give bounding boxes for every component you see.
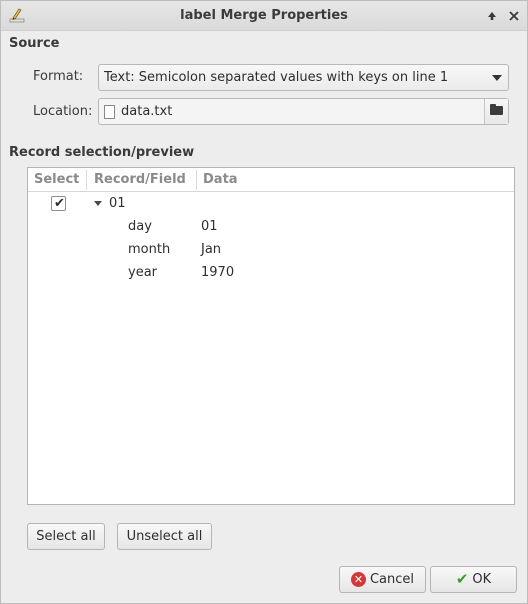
arrow-up-icon[interactable] [484,8,500,24]
field-data: Jan [201,242,222,257]
field-name: month [128,242,171,257]
column-divider [196,170,197,190]
cancel-button[interactable]: ✕ Cancel [339,566,426,593]
column-header-record-field[interactable]: Record/Field [94,172,186,187]
column-header-data[interactable]: Data [203,172,238,187]
folder-icon [490,104,503,115]
unselect-all-label: Unselect all [126,529,203,544]
source-heading: Source [9,36,60,51]
format-combobox[interactable]: Text: Semicolon separated values with ke… [98,64,509,91]
location-value: data.txt [121,104,173,119]
title-bar[interactable]: label Merge Properties [1,1,527,31]
field-name: day [128,219,152,234]
record-tree-view[interactable]: Select Record/Field Data ✔ 01 day 01 mon… [27,167,515,505]
record-row[interactable]: ✔ 01 [28,193,514,216]
dialog-window: label Merge Properties Source Format: Te… [0,0,528,604]
select-all-label: Select all [36,529,96,544]
field-row[interactable]: year 1970 [28,262,514,285]
record-selection-heading: Record selection/preview [9,145,195,160]
unselect-all-button[interactable]: Unselect all [117,523,212,550]
browse-folder-button[interactable] [484,99,508,124]
close-icon[interactable] [506,8,522,24]
file-icon [104,105,115,119]
record-name: 01 [109,196,126,211]
chevron-down-icon [492,75,502,81]
tree-header: Select Record/Field Data [28,168,514,192]
window-title: label Merge Properties [180,8,348,23]
location-label: Location: [33,104,93,119]
checkmark-icon: ✔ [54,196,65,211]
cancel-icon: ✕ [350,572,366,587]
column-header-select[interactable]: Select [34,172,79,187]
checkmark-icon: ✔ [455,570,469,588]
select-all-button[interactable]: Select all [27,523,105,550]
location-field[interactable]: data.txt [98,98,509,125]
record-select-checkbox[interactable]: ✔ [51,196,66,211]
cancel-label: Cancel [369,572,415,587]
expander-triangle-icon[interactable] [94,201,102,206]
format-label: Format: [33,69,84,84]
field-data: 1970 [201,265,235,280]
field-row[interactable]: month Jan [28,239,514,262]
ok-label: OK [472,572,492,587]
field-data: 01 [201,219,218,234]
format-value: Text: Semicolon separated values with ke… [104,70,449,85]
field-row[interactable]: day 01 [28,216,514,239]
field-name: year [128,265,158,280]
column-divider [86,170,87,190]
ok-button[interactable]: ✔ OK [430,566,517,593]
